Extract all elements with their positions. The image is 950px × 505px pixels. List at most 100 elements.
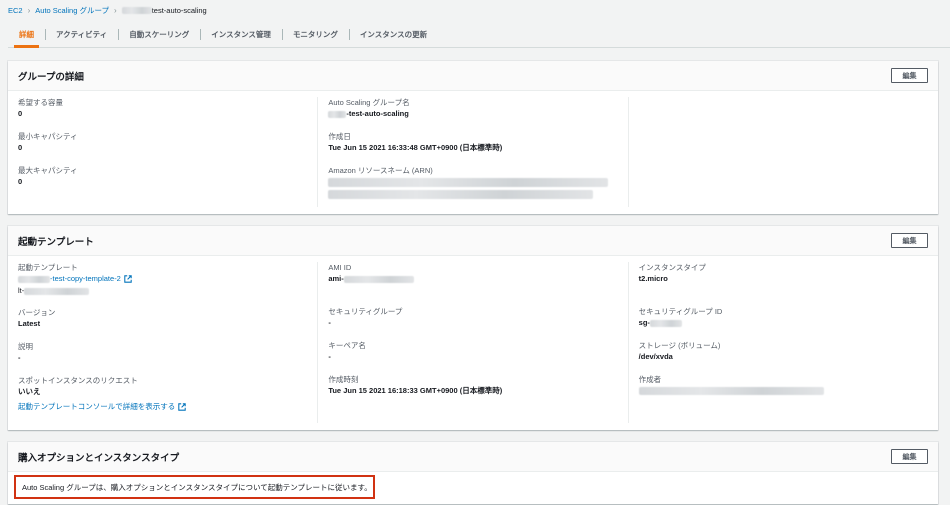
template-id: lt- <box>18 285 307 297</box>
field-label: 作成者 <box>638 375 662 384</box>
field-value: Tue Jun 15 2021 16:33:48 GMT+0900 (日本標準時… <box>328 143 503 152</box>
field-label: 希望する容量 <box>18 98 63 107</box>
panel-title: 起動テンプレート <box>18 236 94 248</box>
field-label: セキュリティグループ <box>328 307 403 316</box>
group-name-field: Auto Scaling グループ名 -test-auto-scaling <box>328 97 617 120</box>
details-column-2: Auto Scaling グループ名 -test-auto-scaling 作成… <box>317 97 627 207</box>
external-link-icon <box>124 275 132 283</box>
redacted-text <box>328 110 347 118</box>
tab-monitoring[interactable]: モニタリング <box>281 22 349 47</box>
redacted-text <box>328 190 594 199</box>
field-label: キーペア名 <box>328 341 366 350</box>
field-value: 0 <box>18 143 23 152</box>
field-value: - <box>328 352 331 361</box>
launch-template-grid: 起動テンプレート -test-copy-template-2 lt- バージョン… <box>8 256 938 429</box>
desired-capacity-field: 希望する容量 0 <box>18 97 307 120</box>
external-link-icon <box>178 402 187 411</box>
creator-field: 作成者 <box>638 374 928 397</box>
details-column-3 <box>627 97 938 207</box>
field-value: - <box>328 318 331 327</box>
breadcrumb: EC2 › Auto Scaling グループ › test-auto-scal… <box>8 4 207 16</box>
field-label: スポットインスタンスのリクエスト <box>18 376 138 385</box>
field-label: 作成日 <box>328 132 351 141</box>
view-in-console-link[interactable]: 起動テンプレートコンソールで詳細を表示する <box>18 401 307 412</box>
edit-button[interactable]: 編集 <box>891 68 928 83</box>
key-pair-field: キーペア名 - <box>328 340 617 363</box>
group-details-panel: グループの詳細 編集 希望する容量 0 最小キャパシティ 0 最大キャパシティ … <box>8 61 938 214</box>
details-column-1: 希望する容量 0 最小キャパシティ 0 最大キャパシティ 0 <box>8 97 317 207</box>
field-value: ami- <box>328 273 617 285</box>
tab-auto-scaling[interactable]: 自動スケーリング <box>118 22 200 47</box>
field-value <box>638 385 928 397</box>
redacted-text <box>343 275 414 283</box>
edit-button[interactable]: 編集 <box>891 233 928 248</box>
redacted-text <box>121 6 152 14</box>
security-group-id-field: セキュリティグループ ID sg- <box>639 306 928 329</box>
template-column-2: AMI ID ami- セキュリティグループ - キーペア名 - 作成時刻 Tu… <box>317 262 627 423</box>
arn-field: Amazon リソースネーム (ARN) <box>328 165 617 199</box>
panel-title: 購入オプションとインスタンスタイプ <box>18 452 180 464</box>
field-label: 説明 <box>18 342 33 351</box>
redacted-text <box>18 275 50 283</box>
edit-button[interactable]: 編集 <box>891 449 928 464</box>
tab-details[interactable]: 詳細 <box>8 22 45 48</box>
field-value: -test-auto-scaling <box>328 108 617 120</box>
purchase-options-panel: 購入オプションとインスタンスタイプ 編集 Auto Scaling グループは、… <box>8 442 938 504</box>
created-date-field: 作成日 Tue Jun 15 2021 16:33:48 GMT+0900 (日… <box>328 131 617 154</box>
security-group-field: セキュリティグループ - <box>328 306 617 329</box>
field-label: AMI ID <box>328 263 352 272</box>
field-label: インスタンスタイプ <box>638 263 706 272</box>
field-label: セキュリティグループ ID <box>638 307 723 316</box>
field-label: ストレージ (ボリューム) <box>638 341 721 350</box>
template-field: 起動テンプレート -test-copy-template-2 lt- <box>18 262 307 297</box>
field-value: Latest <box>18 319 41 328</box>
field-value: いいえ <box>18 387 41 396</box>
field-value: t2.micro <box>638 274 668 283</box>
tab-instance-refresh[interactable]: インスタンスの更新 <box>348 22 438 47</box>
panel-header: グループの詳細 編集 <box>8 61 938 91</box>
description-field: 説明 - <box>18 341 307 364</box>
chevron-right-icon: › <box>114 5 117 15</box>
field-value: /dev/xvda <box>638 352 673 361</box>
group-details-grid: 希望する容量 0 最小キャパシティ 0 最大キャパシティ 0 Auto Scal… <box>8 91 938 213</box>
redacted-text <box>649 319 682 327</box>
redacted-text <box>24 287 90 295</box>
max-capacity-field: 最大キャパシティ 0 <box>18 165 307 188</box>
panel-title: グループの詳細 <box>18 71 84 83</box>
redacted-arn <box>328 178 617 199</box>
field-value: - <box>18 353 21 362</box>
instance-type-field: インスタンスタイプ t2.micro <box>639 262 928 285</box>
template-column-3: インスタンスタイプ t2.micro セキュリティグループ ID sg- ストレ… <box>627 262 938 423</box>
breadcrumb-ec2-link[interactable]: EC2 <box>8 6 23 15</box>
tab-activity[interactable]: アクティビティ <box>45 22 118 47</box>
launch-template-panel: 起動テンプレート 編集 起動テンプレート -test-copy-template… <box>8 226 938 430</box>
purchase-options-info: Auto Scaling グループは、購入オプションとインスタンスタイプについて… <box>14 475 375 499</box>
field-label: 作成時刻 <box>328 375 359 384</box>
field-label: Amazon リソースネーム (ARN) <box>328 166 433 175</box>
field-label: Auto Scaling グループ名 <box>328 98 410 107</box>
breadcrumb-asg-link[interactable]: Auto Scaling グループ <box>35 5 109 16</box>
field-label: バージョン <box>18 308 56 317</box>
field-label: 最大キャパシティ <box>18 166 78 175</box>
detail-tabs: 詳細 アクティビティ 自動スケーリング インスタンス管理 モニタリング インスタ… <box>8 22 950 48</box>
redacted-text <box>638 387 824 395</box>
field-value: 0 <box>18 109 23 118</box>
min-capacity-field: 最小キャパシティ 0 <box>18 131 307 154</box>
redacted-text <box>328 178 609 187</box>
panel-header: 起動テンプレート 編集 <box>8 226 938 256</box>
panel-header: 購入オプションとインスタンスタイプ 編集 <box>8 442 938 472</box>
field-value: sg- <box>639 317 928 329</box>
template-name-link[interactable]: -test-copy-template-2 <box>18 273 307 285</box>
breadcrumb-current: test-auto-scaling <box>121 6 207 15</box>
tab-instance-management[interactable]: インスタンス管理 <box>200 22 282 47</box>
field-value: 0 <box>18 177 23 186</box>
field-label: 起動テンプレート <box>18 263 78 272</box>
version-field: バージョン Latest <box>18 307 307 330</box>
ami-id-field: AMI ID ami- <box>328 262 617 285</box>
chevron-right-icon: › <box>27 5 31 15</box>
spot-request-field: スポットインスタンスのリクエスト いいえ <box>18 375 307 398</box>
field-value: Tue Jun 15 2021 16:18:33 GMT+0900 (日本標準時… <box>328 386 503 395</box>
field-label: 最小キャパシティ <box>18 132 78 141</box>
storage-field: ストレージ (ボリューム) /dev/xvda <box>639 340 928 363</box>
created-time-field: 作成時刻 Tue Jun 15 2021 16:18:33 GMT+0900 (… <box>328 374 617 397</box>
